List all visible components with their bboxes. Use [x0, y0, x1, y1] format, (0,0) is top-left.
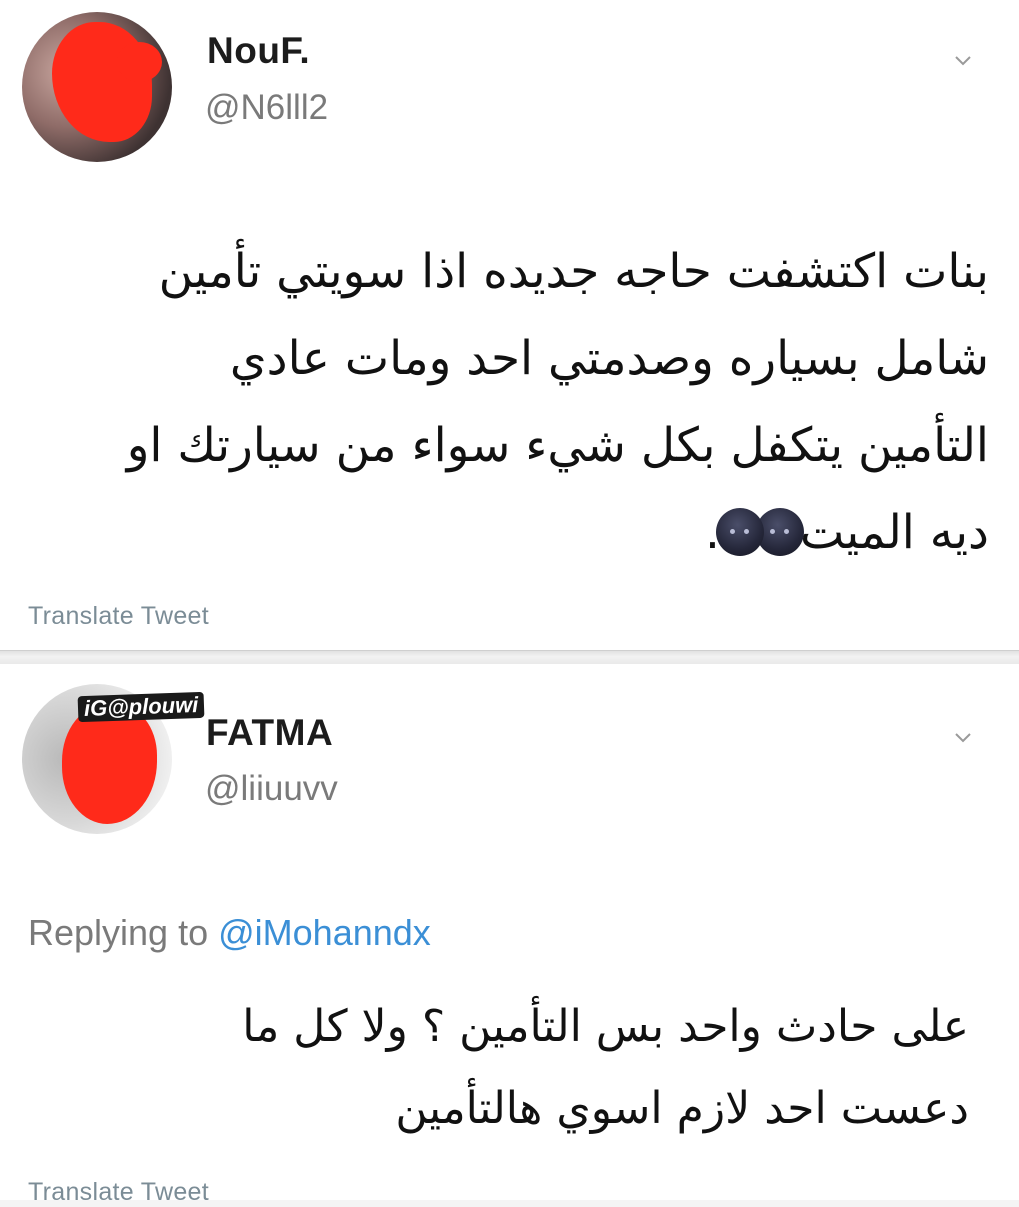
translate-tweet-link[interactable]: Translate Tweet [28, 1178, 209, 1207]
watermark-label: iG@plouwi [77, 691, 205, 723]
replying-to-label: Replying to [28, 912, 209, 953]
tweet-text-line: بنات اكتشفت حاجه جديده اذا سويتي تأمين [158, 244, 989, 299]
tweet-text: بنات اكتشفت حاجه جديده اذا سويتي تأمين ش… [29, 228, 989, 576]
tweet-text-line: التأمين يتكفل بكل شيء سواء من سيارتك او [126, 418, 989, 473]
tweet-card: NouF. @N6lll2 بنات اكتشفت حاجه جديده اذا… [0, 0, 1019, 650]
translate-tweet-link[interactable]: Translate Tweet [28, 602, 209, 631]
tweet-text-line: شامل بسياره وصدمتي احد ومات عادي [229, 331, 989, 386]
tweet-text-line: على حادث واحد بس التأمين ؟ ولا كل ما [242, 1001, 969, 1052]
avatar[interactable] [22, 12, 172, 162]
chevron-down-icon[interactable] [953, 50, 973, 70]
tweet-text-line: دعست احد لازم اسوي هالتأمين [395, 1083, 969, 1134]
reply-mention-link[interactable]: @iMohanndx [218, 912, 431, 953]
tweet-card: iG@plouwi FATMA @liiuuvv Replying to @iM… [0, 664, 1019, 1206]
user-handle[interactable]: @liiuuvv [205, 769, 338, 809]
display-name[interactable]: NouF. [207, 30, 310, 72]
tweet-text-segment: ديه الميت [799, 505, 989, 560]
tweet-text-line-last: ديه الميت. [29, 489, 989, 576]
sweat-smile-dark-icon [715, 508, 764, 556]
replying-to-line: Replying to @iMohanndx [28, 912, 431, 954]
chevron-down-icon[interactable] [953, 727, 973, 747]
display-name[interactable]: FATMA [206, 712, 333, 754]
tweet-text: على حادث واحد بس التأمين ؟ ولا كل ما دعس… [49, 986, 969, 1150]
user-handle[interactable]: @N6lll2 [205, 88, 328, 128]
